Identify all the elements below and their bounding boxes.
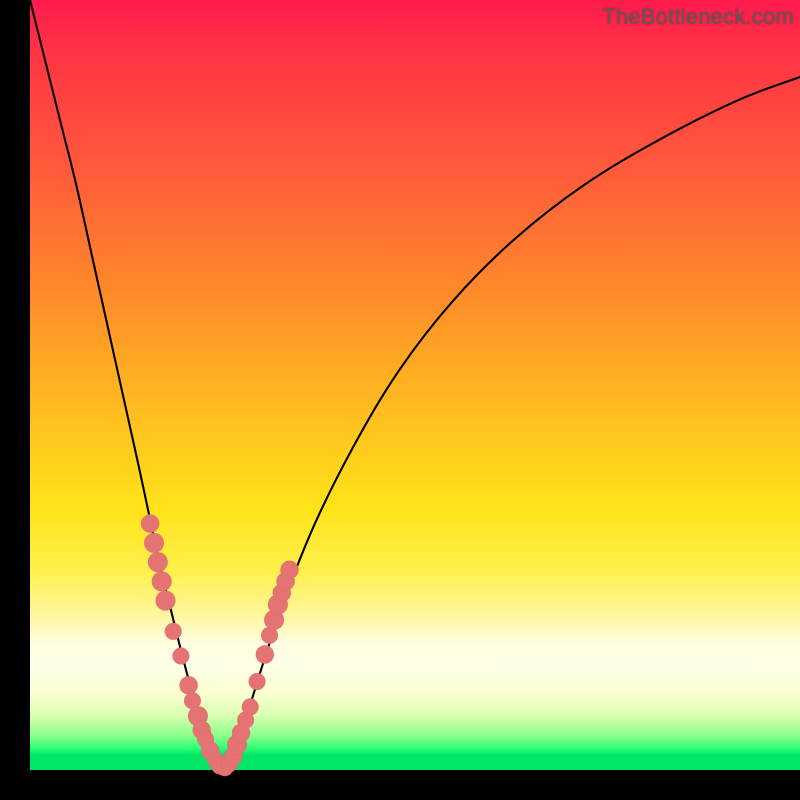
bead-marker	[152, 571, 172, 591]
bead-marker	[280, 561, 298, 579]
bead-marker	[148, 552, 168, 572]
bead-marker	[179, 676, 197, 694]
bead-marker	[242, 698, 259, 715]
bead-marker	[256, 645, 274, 663]
bead-marker	[156, 591, 176, 611]
bead-marker	[249, 673, 266, 690]
bead-group	[141, 514, 299, 776]
bead-marker	[165, 623, 182, 640]
bead-marker	[144, 533, 164, 553]
bottleneck-curve	[30, 0, 800, 770]
bead-marker	[141, 514, 159, 532]
chart-frame: TheBottleneck.com	[30, 0, 800, 770]
chart-svg	[30, 0, 800, 770]
bead-marker	[172, 648, 189, 665]
